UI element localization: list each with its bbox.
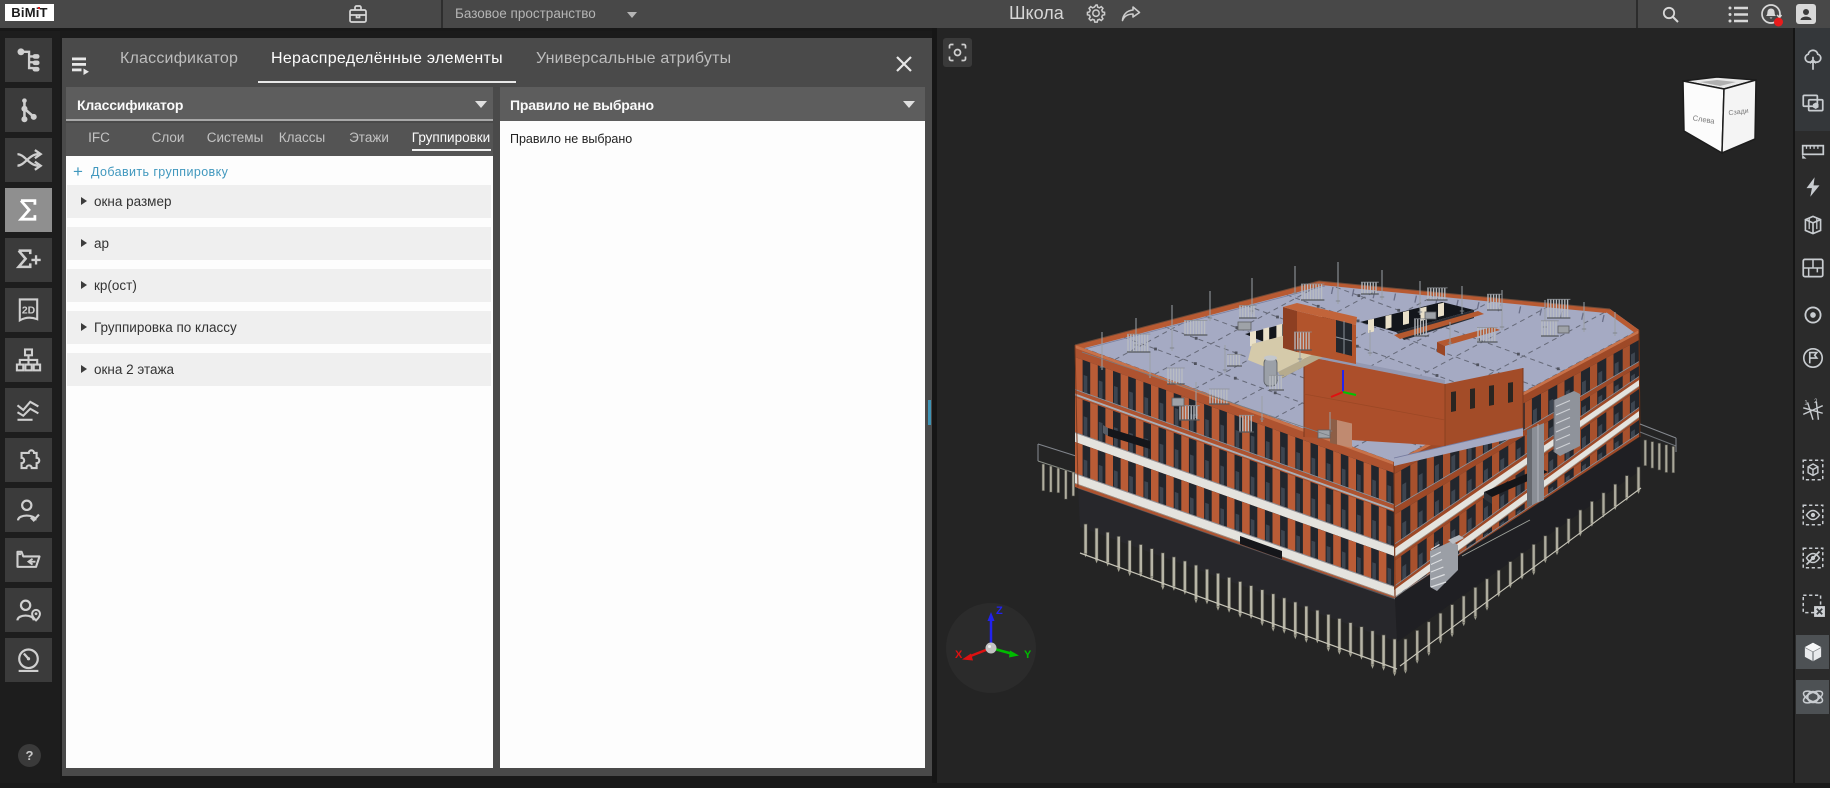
svg-text:Z: Z xyxy=(996,605,1003,617)
svg-text:Y: Y xyxy=(1024,649,1032,661)
svg-text:2D: 2D xyxy=(22,305,36,316)
svg-text:X: X xyxy=(955,649,963,661)
svg-text:2: 2 xyxy=(1814,399,1817,405)
